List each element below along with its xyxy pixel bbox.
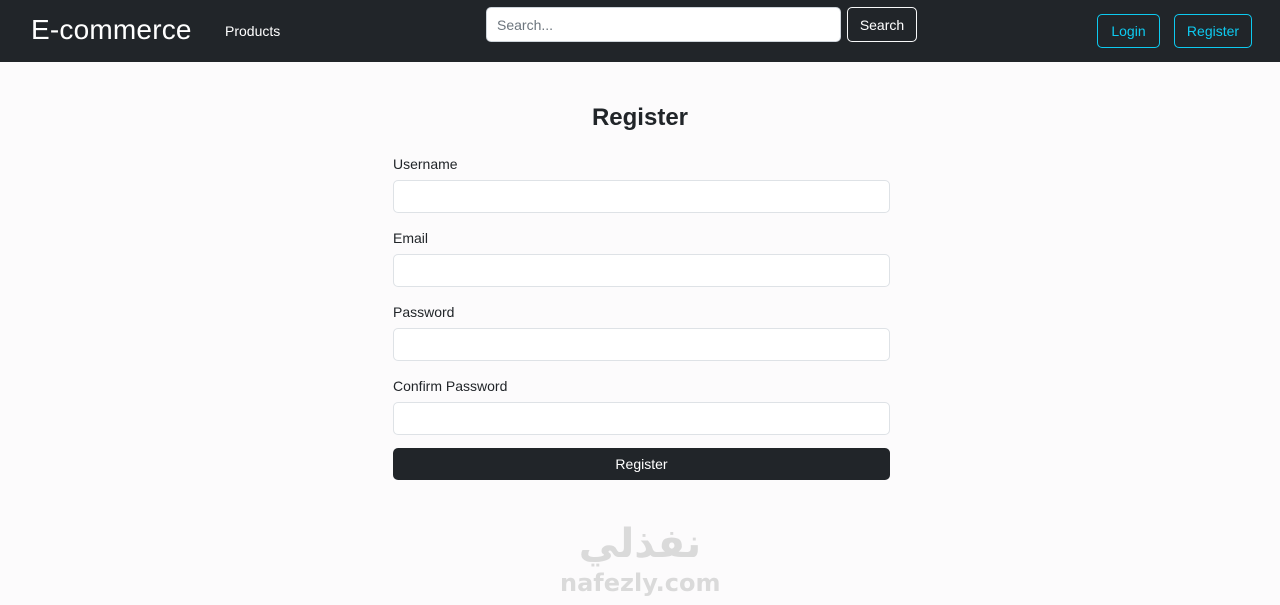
nav-link-products[interactable]: Products xyxy=(225,23,280,39)
email-label: Email xyxy=(393,230,429,246)
email-field[interactable] xyxy=(393,254,890,287)
confirm-password-field[interactable] xyxy=(393,402,890,435)
navbar: E-commerce Products Search Login Registe… xyxy=(0,0,1280,62)
password-label: Password xyxy=(393,304,455,320)
username-label: Username xyxy=(393,156,458,172)
brand-logo[interactable]: E-commerce xyxy=(31,14,192,46)
register-submit-button[interactable]: Register xyxy=(393,448,890,480)
password-field[interactable] xyxy=(393,328,890,361)
login-button[interactable]: Login xyxy=(1097,14,1160,48)
username-field[interactable] xyxy=(393,180,890,213)
watermark-logo: نفذلي nafezly.com xyxy=(560,518,720,605)
search-input[interactable] xyxy=(486,7,841,42)
page-title: Register xyxy=(591,104,689,131)
register-nav-button[interactable]: Register xyxy=(1174,14,1252,48)
confirm-password-label: Confirm Password xyxy=(393,378,508,394)
watermark-latin-text: nafezly.com xyxy=(560,569,721,597)
search-button[interactable]: Search xyxy=(847,7,917,42)
watermark-arabic-text: نفذلي xyxy=(578,521,702,567)
